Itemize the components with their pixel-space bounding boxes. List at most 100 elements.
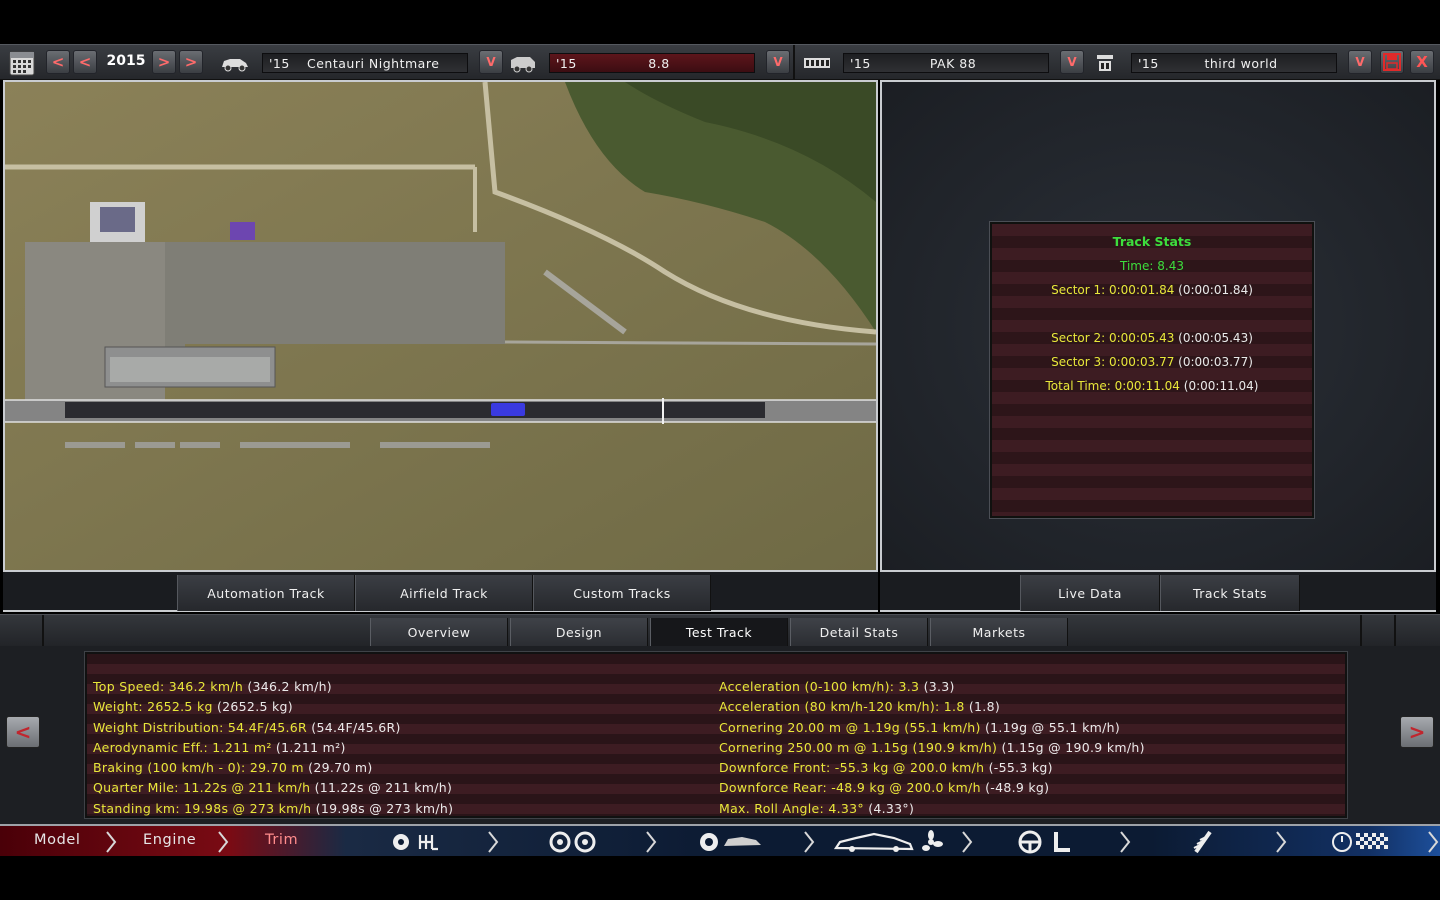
total-time-value: (0:00:11.04): [1183, 379, 1259, 393]
year-next-far-button[interactable]: >: [179, 50, 203, 74]
body-icon[interactable]: [698, 830, 764, 854]
stat-value: (346.2 km/h): [247, 679, 332, 694]
tab-custom-tracks[interactable]: Custom Tracks: [533, 575, 711, 611]
prev-page-button[interactable]: <: [6, 716, 40, 748]
year-next-button[interactable]: >: [152, 50, 176, 74]
save-button[interactable]: [1380, 50, 1404, 74]
stat-value: (1.15g @ 190.9 km/h): [1001, 739, 1145, 755]
sector-3-row: Sector 3: 0:00:03.77 (0:00:03.77): [992, 350, 1312, 374]
chevron-right-icon: [106, 831, 117, 853]
stat-row: Weight: 2652.5 kg (2652.5 kg): [93, 697, 453, 717]
tab-detail-stats[interactable]: Detail Stats: [790, 618, 928, 647]
tab-live-data[interactable]: Live Data: [1020, 575, 1160, 611]
player-car-marker: [491, 403, 525, 416]
stats-left-column: Top Speed: 346.2 km/h (346.2 km/h) Weigh…: [93, 677, 453, 819]
interior-icon[interactable]: [1016, 830, 1076, 854]
track-selector-tabs: Automation Track Airfield Track Custom T…: [3, 572, 878, 612]
stat-row: Downforce Front: -55.3 kg @ 200.0 km/h (…: [719, 758, 1145, 778]
stat-label: Braking (100 km/h - 0): 29.70 m: [93, 760, 304, 776]
engine-field[interactable]: '15 PAK 88: [843, 53, 1049, 73]
tab-airfield-track[interactable]: Airfield Track: [355, 575, 533, 611]
toolbar-divider: [793, 45, 795, 81]
sector-1-row: Sector 1: 0:00:01.84 (0:00:01.84): [992, 278, 1312, 302]
chevron-right-icon: [218, 831, 229, 853]
stat-value: (1.19g @ 55.1 km/h): [984, 719, 1120, 735]
nav-model[interactable]: Model: [34, 832, 81, 848]
year-prev-button[interactable]: <: [73, 50, 97, 74]
car-model-year: '15: [269, 55, 290, 71]
total-time-label: Total Time: 0:00:11.04: [1045, 379, 1180, 393]
stat-label: Weight: 2652.5 kg: [93, 699, 213, 715]
tab-automation-track[interactable]: Automation Track: [177, 575, 355, 611]
calendar-icon[interactable]: [8, 49, 36, 77]
sector-2-label: Sector 2: 0:00:05.43: [1051, 331, 1175, 345]
stat-row: Cornering 20.00 m @ 1.19g (55.1 km/h) (1…: [719, 718, 1145, 738]
engine-dropdown-button[interactable]: V: [1060, 50, 1084, 74]
car-trim-dropdown-button[interactable]: V: [766, 50, 790, 74]
test-track-icon[interactable]: [1330, 830, 1390, 854]
stat-value: (3.3): [923, 679, 955, 694]
stat-row: Aerodynamic Eff.: 1.211 m² (1.211 m²): [93, 738, 453, 758]
engine-variant-dropdown-button[interactable]: V: [1348, 50, 1372, 74]
car-model-icon: [220, 51, 250, 75]
stat-row: Braking (100 km/h - 0): 29.70 m (29.70 m…: [93, 758, 453, 778]
stat-label: Weight Distribution: 54.4F/45.6R: [93, 719, 307, 735]
sector-1-label: Sector 1: 0:00:01.84: [1051, 283, 1175, 297]
chevron-right-icon: [1120, 831, 1131, 853]
year-label: 2015: [106, 53, 146, 69]
chevron-right-icon: [488, 831, 499, 853]
stat-row: Acceleration (80 km/h-120 km/h): 1.8 (1.…: [719, 697, 1145, 717]
track-stats-box: Track Stats Time: 8.43 Sector 1: 0:00:01…: [990, 222, 1314, 518]
stat-value: (2652.5 kg): [217, 699, 293, 715]
close-button[interactable]: X: [1410, 50, 1434, 74]
stat-row: Cornering 250.00 m @ 1.15g (190.9 km/h) …: [719, 738, 1145, 758]
track-stats-panel: Track Stats Time: 8.43 Sector 1: 0:00:01…: [880, 80, 1436, 572]
wheels-icon[interactable]: [547, 830, 599, 854]
engine-name: PAK 88: [929, 55, 977, 71]
stat-row: Top Speed: 346.2 km/h (346.2 km/h): [93, 677, 453, 697]
next-page-button[interactable]: >: [1400, 716, 1434, 748]
sector-3-label: Sector 3: 0:00:03.77: [1051, 355, 1175, 369]
tab-design[interactable]: Design: [510, 618, 648, 647]
car-model-field[interactable]: '15 Centauri Nightmare: [262, 53, 468, 73]
stat-value: (54.4F/45.6R): [311, 719, 401, 735]
car-trim-field[interactable]: '15 8.8: [549, 53, 755, 73]
car-model-name: Centauri Nightmare: [307, 55, 440, 71]
suspension-icon[interactable]: [1188, 830, 1218, 854]
car-trim-icon: [508, 51, 538, 75]
top-toolbar: < < 2015 > > '15 Centauri Nightmare V '1…: [0, 44, 1440, 81]
tab-track-stats[interactable]: Track Stats: [1160, 575, 1300, 611]
chevron-right-icon: [962, 831, 973, 853]
stat-label: Cornering 250.00 m @ 1.15g (190.9 km/h): [719, 739, 998, 755]
car-trim-year: '15: [556, 55, 577, 71]
engine-variant-icon: [1092, 51, 1122, 75]
nav-trim[interactable]: Trim: [265, 832, 298, 848]
stats-right-column: Acceleration (0-100 km/h): 3.3 (3.3) Acc…: [719, 677, 1145, 819]
track-map-view[interactable]: [3, 80, 878, 572]
engine-icon: [802, 51, 832, 75]
engine-variant-field[interactable]: '15 third world: [1131, 53, 1337, 73]
design-stage-nav: Model Engine Trim: [0, 824, 1440, 856]
test-track-stats-panel: Top Speed: 346.2 km/h (346.2 km/h) Weigh…: [85, 652, 1347, 818]
tab-test-track[interactable]: Test Track: [650, 618, 788, 647]
gearbox-icon[interactable]: [390, 830, 442, 854]
car-trim-name: 8.8: [648, 55, 670, 71]
stat-row: Max. Roll Angle: 4.33° (4.33°): [719, 799, 1145, 819]
stat-value: (4.33°): [868, 800, 915, 816]
chevron-right-icon: [646, 831, 657, 853]
engine-year: '15: [850, 55, 871, 71]
tabbar-divider: [42, 615, 44, 647]
year-prev-far-button[interactable]: <: [46, 50, 70, 74]
car-model-dropdown-button[interactable]: V: [479, 50, 503, 74]
right-panel-tabs: Live Data Track Stats: [880, 572, 1436, 612]
stat-label: Aerodynamic Eff.: 1.211 m²: [93, 739, 272, 755]
stat-row: Weight Distribution: 54.4F/45.6R (54.4F/…: [93, 718, 453, 738]
tab-overview[interactable]: Overview: [370, 618, 508, 647]
nav-engine[interactable]: Engine: [143, 832, 196, 848]
aero-icon[interactable]: [834, 830, 944, 854]
airfield-track-map: [5, 82, 876, 570]
stat-label: Downforce Rear: -48.9 kg @ 200.0 km/h: [719, 780, 981, 796]
tab-markets[interactable]: Markets: [930, 618, 1068, 647]
stat-label: Acceleration (0-100 km/h): 3.3: [719, 679, 920, 694]
tabbar-divider: [1394, 615, 1396, 647]
